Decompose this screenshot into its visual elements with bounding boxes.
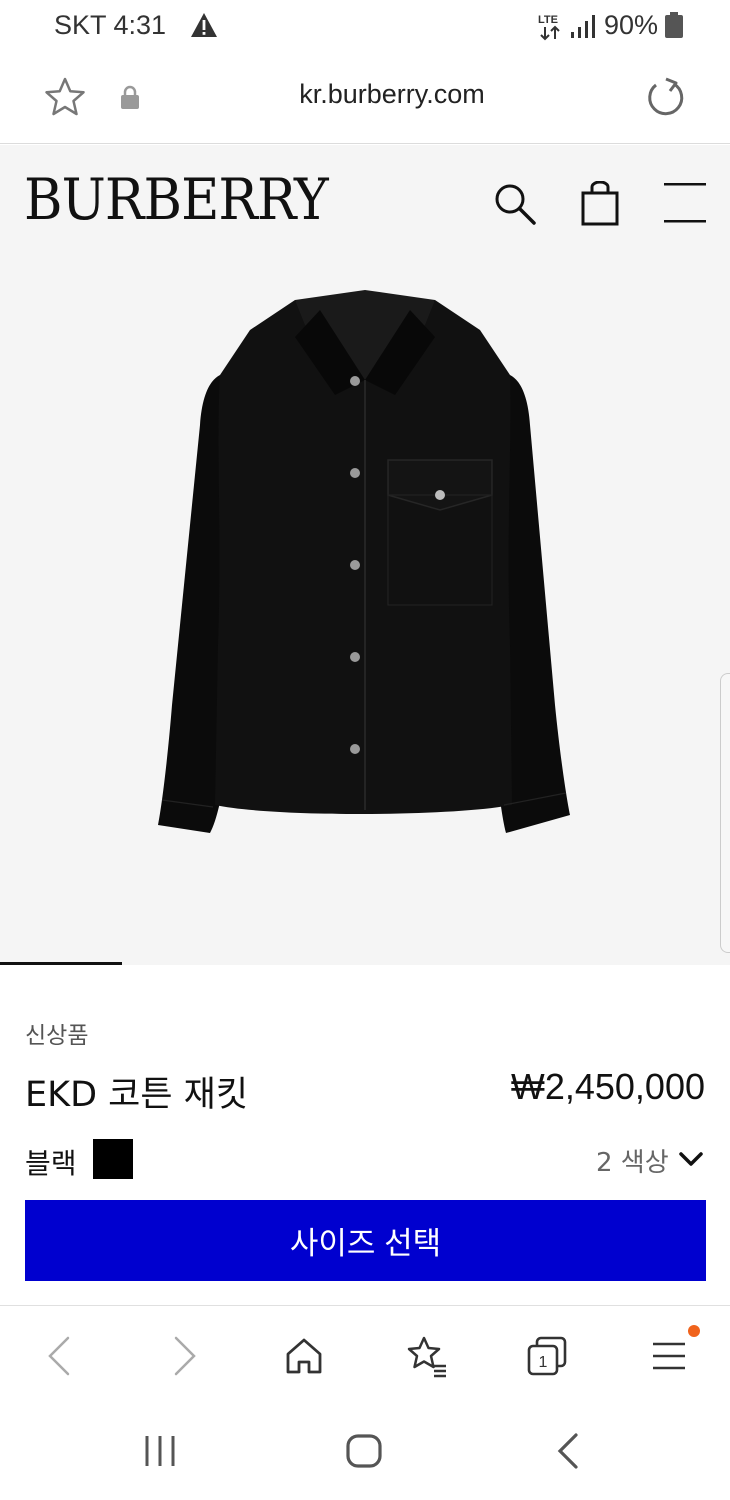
tabs-icon[interactable]: 1 [525, 1334, 569, 1378]
new-arrival-badge: 신상품 [25, 1023, 89, 1049]
notification-dot [688, 1325, 700, 1337]
menu-icon[interactable] [662, 181, 708, 225]
forward-arrow-icon[interactable] [162, 1334, 206, 1378]
android-nav-bar [0, 1405, 730, 1500]
carrier-time: SKT 4:31 [54, 10, 167, 40]
status-bar: SKT 4:31 LTE 90% [0, 0, 730, 52]
burberry-logo[interactable]: BURBERRY [24, 167, 329, 233]
bookmarks-icon[interactable] [404, 1334, 448, 1378]
color-count[interactable]: 2 색상 [596, 1142, 669, 1179]
browser-url-bar: kr.burberry.com [0, 52, 730, 144]
edge-panel-handle[interactable] [720, 673, 730, 953]
product-name: EKD 코튼 재킷 [25, 1075, 249, 1115]
back-icon[interactable] [550, 1431, 586, 1471]
lte-icon: LTE [538, 14, 560, 41]
tab-count: 1 [539, 1354, 548, 1371]
color-swatch-black[interactable] [93, 1139, 133, 1179]
select-size-button[interactable]: 사이즈 선택 [25, 1200, 706, 1281]
recent-apps-icon[interactable] [140, 1431, 180, 1471]
browser-toolbar: 1 [0, 1305, 730, 1405]
product-page: BURBERRY [0, 145, 730, 965]
warning-icon [191, 13, 217, 37]
url-text[interactable]: kr.burberry.com [0, 79, 730, 110]
svg-text:LTE: LTE [538, 14, 558, 26]
shopping-bag-icon[interactable] [580, 181, 620, 227]
product-price: ₩2,450,000 [510, 1066, 705, 1107]
selected-color-label: 블랙 [25, 1147, 77, 1180]
signal-icon [571, 15, 595, 38]
home-icon[interactable] [282, 1334, 326, 1378]
back-arrow-icon[interactable] [38, 1334, 82, 1378]
carousel-indicator [0, 962, 122, 965]
battery-percent: 90% [603, 10, 658, 40]
home-icon[interactable] [342, 1431, 386, 1471]
chevron-down-icon[interactable] [678, 1150, 704, 1168]
reload-icon[interactable] [644, 76, 688, 120]
search-icon[interactable] [492, 181, 538, 227]
product-image-black-jacket[interactable] [150, 285, 580, 845]
battery-icon [665, 12, 683, 38]
menu-icon[interactable] [647, 1334, 691, 1378]
